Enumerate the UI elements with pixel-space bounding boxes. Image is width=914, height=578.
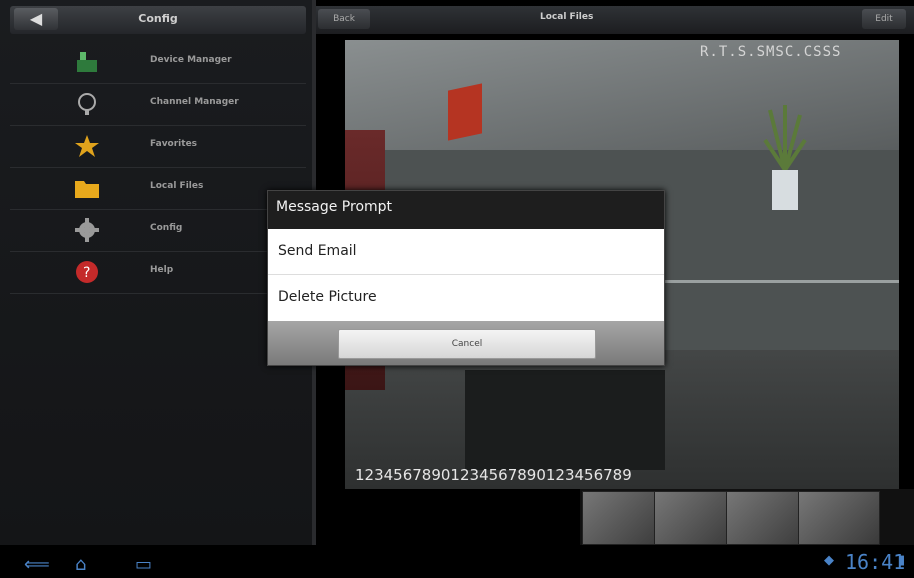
back-nav-icon[interactable]: ⟸ (24, 554, 50, 575)
menu-label: Favorites (150, 139, 198, 149)
help-icon: ? (76, 261, 98, 283)
thumbnail[interactable] (798, 491, 880, 545)
camera-plant (763, 105, 807, 210)
notification-icon[interactable]: ◆ (824, 553, 834, 568)
star-icon (75, 135, 99, 157)
dialog-options: Send Email Delete Picture (268, 229, 664, 321)
thumbnail[interactable] (726, 491, 808, 545)
clock[interactable]: 16:41 (845, 550, 905, 574)
menu-label: Local Files (150, 181, 204, 191)
right-header (316, 6, 914, 34)
right-title: Local Files (540, 12, 594, 22)
home-nav-icon[interactable]: ⌂ (75, 554, 86, 575)
thumbnail[interactable] (582, 491, 664, 545)
channel-manager-icon (78, 93, 96, 115)
svg-text:?: ? (83, 265, 90, 281)
camera-red-sign (448, 83, 482, 141)
menu-label: Config (150, 223, 183, 233)
message-prompt-dialog: Message Prompt Send Email Delete Picture… (267, 190, 665, 366)
menu-item-local-files[interactable]: Local Files (10, 168, 306, 210)
battery-icon: ▮ (898, 553, 906, 568)
edit-button[interactable]: Edit (862, 9, 906, 29)
menu-label: Device Manager (150, 55, 232, 65)
menu-item-favorites[interactable]: Favorites (10, 126, 306, 168)
menu-item-config[interactable]: Config (10, 210, 306, 252)
menu-label: Help (150, 265, 174, 275)
menu-item-channel-manager[interactable]: Channel Manager (10, 84, 306, 126)
option-label: Delete Picture (278, 289, 377, 305)
thumbnail-strip (580, 489, 914, 545)
recent-apps-icon[interactable]: ▭ (135, 554, 152, 575)
delete-picture-option[interactable]: Delete Picture (268, 275, 664, 320)
camera-dark-area (465, 370, 665, 470)
option-label: Send Email (278, 243, 357, 259)
dialog-footer: Cancel (268, 321, 664, 365)
menu-label: Channel Manager (150, 97, 239, 107)
menu-item-device-manager[interactable]: Device Manager (10, 42, 306, 84)
folder-icon (75, 181, 99, 198)
device-manager-icon (77, 52, 97, 72)
dialog-title: Message Prompt (276, 199, 393, 215)
send-email-option[interactable]: Send Email (268, 229, 664, 275)
menu-item-help[interactable]: ? Help (10, 252, 306, 294)
back-button[interactable]: ◀ (14, 8, 58, 30)
camera-timestamp: R.T.S.SMSC.CSSS (700, 44, 842, 60)
gear-icon (75, 218, 99, 242)
thumbnail[interactable] (654, 491, 736, 545)
camera-overlay-text: 12345678901234567890123456789 (355, 466, 632, 484)
cancel-button[interactable]: Cancel (338, 329, 596, 359)
right-back-button[interactable]: Back (318, 9, 370, 29)
